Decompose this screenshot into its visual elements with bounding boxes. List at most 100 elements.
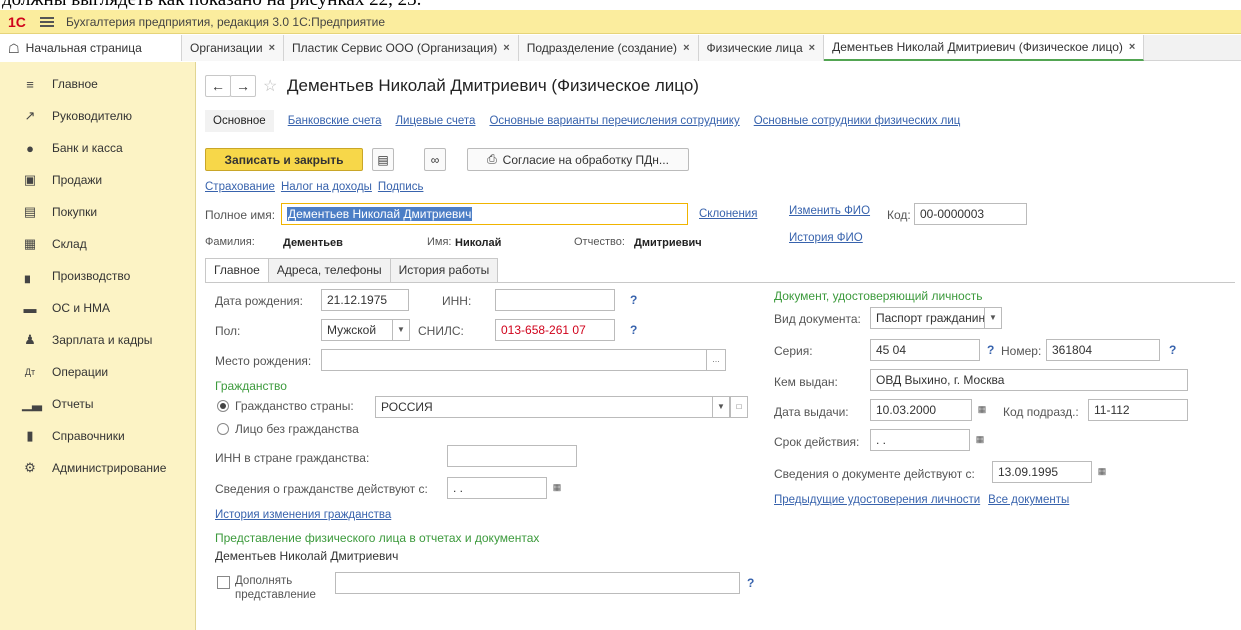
inn-foreign-input[interactable] — [447, 445, 577, 467]
citizenship-country-input[interactable]: РОССИЯ — [375, 396, 713, 418]
sidebar-item-label: ОС и НМА — [52, 301, 111, 315]
calendar-icon[interactable]: ▦ — [1092, 462, 1112, 482]
sidebar-item-reports[interactable]: ▁▃ Отчеты — [0, 388, 195, 420]
sex-dropdown-icon[interactable]: ▼ — [392, 319, 410, 341]
tab-main[interactable]: Главное — [205, 258, 269, 283]
sidebar-item-salary[interactable]: ♟ Зарплата и кадры — [0, 324, 195, 356]
tab-subdivision[interactable]: Подразделение (создание) × — [518, 35, 699, 61]
tab-individual-dementyev[interactable]: Дементьев Николай Дмитриевич (Физическое… — [824, 35, 1145, 61]
sidebar-item-fixed-assets[interactable]: ▬ ОС и НМА — [0, 292, 195, 324]
sidebar-item-production[interactable]: ▖ Производство — [0, 260, 195, 292]
sidebar-item-main[interactable]: ≡ Главное — [0, 68, 195, 100]
nav-main-link[interactable]: Основное — [205, 110, 274, 132]
tab-individuals[interactable]: Физические лица × — [698, 35, 825, 61]
citizenship-history-link[interactable]: История изменения гражданства — [215, 509, 391, 521]
patronymic-value: Дмитриевич — [634, 237, 702, 249]
representation-value: Дементьев Николай Дмитриевич — [215, 549, 399, 563]
calendar-icon[interactable]: ▦ — [547, 478, 567, 498]
sidebar-item-manager[interactable]: ↗ Руководителю — [0, 100, 195, 132]
snils-help-icon[interactable]: ? — [630, 323, 637, 337]
nav-main-employees-link[interactable]: Основные сотрудники физических лиц — [754, 115, 961, 127]
tab-home[interactable]: ☖ Начальная страница — [0, 35, 182, 61]
tab-organizations[interactable]: Организации × — [182, 35, 285, 61]
sidebar-item-bank[interactable]: ● Банк и касса — [0, 132, 195, 164]
tab-addresses-phones[interactable]: Адреса, телефоны — [267, 258, 391, 282]
citizenship-valid-label: Сведения о гражданстве действуют с: — [215, 482, 428, 496]
citizenship-valid-input[interactable]: . . — [447, 477, 547, 499]
sex-select[interactable]: Мужской — [321, 319, 393, 341]
stateless-radio[interactable] — [217, 423, 229, 435]
hamburger-menu-icon[interactable] — [40, 16, 54, 27]
trend-icon: ↗ — [24, 108, 36, 123]
birth-date-input[interactable]: 21.12.1975 — [321, 289, 409, 311]
close-icon[interactable]: × — [683, 36, 689, 61]
citizenship-country-radio[interactable] — [217, 400, 229, 412]
number-input[interactable]: 361804 — [1046, 339, 1160, 361]
close-icon[interactable]: × — [269, 36, 275, 61]
close-icon[interactable]: × — [1129, 35, 1135, 60]
sidebar-item-label: Производство — [52, 269, 131, 283]
sidebar: ≡ Главное ↗ Руководителю ● Банк и касса ▣ Пр… — [0, 62, 196, 630]
save-and-close-button[interactable]: Записать и закрыть — [205, 148, 363, 171]
supplement-checkbox[interactable] — [217, 576, 230, 589]
patronymic-label: Отчество: — [574, 236, 625, 248]
declensions-link[interactable]: Склонения — [699, 208, 757, 220]
sidebar-item-purchases[interactable]: ▤ Покупки — [0, 196, 195, 228]
insurance-link[interactable]: Страхование — [205, 181, 275, 193]
supplement-label-line1: Дополнять — [235, 575, 293, 587]
series-help-icon[interactable]: ? — [987, 343, 994, 357]
warehouse-icon: ▦ — [23, 236, 37, 251]
sidebar-item-sales[interactable]: ▣ Продажи — [0, 164, 195, 196]
supplement-help-icon[interactable]: ? — [747, 576, 754, 590]
doc-valid-input[interactable]: 13.09.1995 — [992, 461, 1092, 483]
inn-input[interactable] — [495, 289, 615, 311]
sidebar-item-warehouse[interactable]: ▦ Склад — [0, 228, 195, 260]
birthplace-select-icon[interactable]: … — [706, 349, 726, 371]
series-label: Серия: — [774, 344, 813, 358]
favorite-star-icon[interactable]: ☆ — [263, 76, 277, 96]
all-documents-link[interactable]: Все документы — [988, 494, 1069, 506]
inn-help-icon[interactable]: ? — [630, 293, 637, 307]
calendar-icon[interactable]: ▦ — [970, 430, 990, 450]
sidebar-item-operations[interactable]: Дт Операции — [0, 356, 195, 388]
issued-by-input[interactable]: ОВД Выхино, г. Москва — [870, 369, 1188, 391]
change-fio-link[interactable]: Изменить ФИО — [789, 205, 870, 217]
calendar-icon[interactable]: ▦ — [972, 400, 992, 420]
number-help-icon[interactable]: ? — [1169, 343, 1176, 357]
citizenship-open-icon[interactable]: □ — [730, 396, 748, 418]
nav-personal-accounts-link[interactable]: Лицевые счета — [396, 115, 476, 127]
tab-work-history[interactable]: История работы — [389, 258, 499, 282]
fio-history-link[interactable]: История ФИО — [789, 232, 863, 244]
citizenship-dropdown-icon[interactable]: ▼ — [712, 396, 730, 418]
consent-pdn-button[interactable]: ⎙ Согласие на обработку ПДн... — [467, 148, 689, 171]
doc-type-dropdown-icon[interactable]: ▼ — [984, 307, 1002, 329]
sidebar-item-references[interactable]: ▮ Справочники — [0, 420, 195, 452]
snils-input[interactable]: 013-658-261 07 — [495, 319, 615, 341]
previous-documents-link[interactable]: Предыдущие удостоверения личности — [774, 494, 980, 506]
close-icon[interactable]: × — [809, 36, 815, 61]
tab-organization-plastic[interactable]: Пластик Сервис ООО (Организация) × — [284, 35, 519, 61]
close-icon[interactable]: × — [503, 36, 509, 61]
sidebar-item-admin[interactable]: ⚙ Администрирование — [0, 452, 195, 484]
inn-label: ИНН: — [442, 294, 472, 308]
doc-type-input[interactable]: Паспорт гражданина РФ — [870, 307, 985, 329]
supplement-input[interactable] — [335, 572, 740, 594]
signature-link[interactable]: Подпись — [378, 181, 424, 193]
full-name-input[interactable]: Дементьев Николай Дмитриевич — [281, 203, 688, 225]
birthplace-input[interactable] — [321, 349, 707, 371]
app-title: Бухгалтерия предприятия, редакция 3.0 1С… — [66, 14, 386, 29]
nav-payment-variants-link[interactable]: Основные варианты перечисления сотрудник… — [489, 115, 739, 127]
back-arrow-icon[interactable]: ← — [205, 75, 231, 97]
nav-bank-accounts-link[interactable]: Банковские счета — [288, 115, 382, 127]
forward-arrow-icon[interactable]: → — [230, 75, 256, 97]
save-disk-icon[interactable]: ▤ — [372, 148, 394, 171]
code-input[interactable]: 00-0000003 — [914, 203, 1027, 225]
doc-type-label: Вид документа: — [774, 312, 861, 326]
additional-links: Страхование Налог на доходы Подпись — [205, 181, 423, 193]
income-tax-link[interactable]: Налог на доходы — [281, 181, 372, 193]
issue-date-input[interactable]: 10.03.2000 — [870, 399, 972, 421]
validity-input[interactable]: . . — [870, 429, 970, 451]
dept-code-input[interactable]: 11-112 — [1088, 399, 1188, 421]
series-input[interactable]: 45 04 — [870, 339, 980, 361]
attach-clip-icon[interactable]: ∞ — [424, 148, 446, 171]
